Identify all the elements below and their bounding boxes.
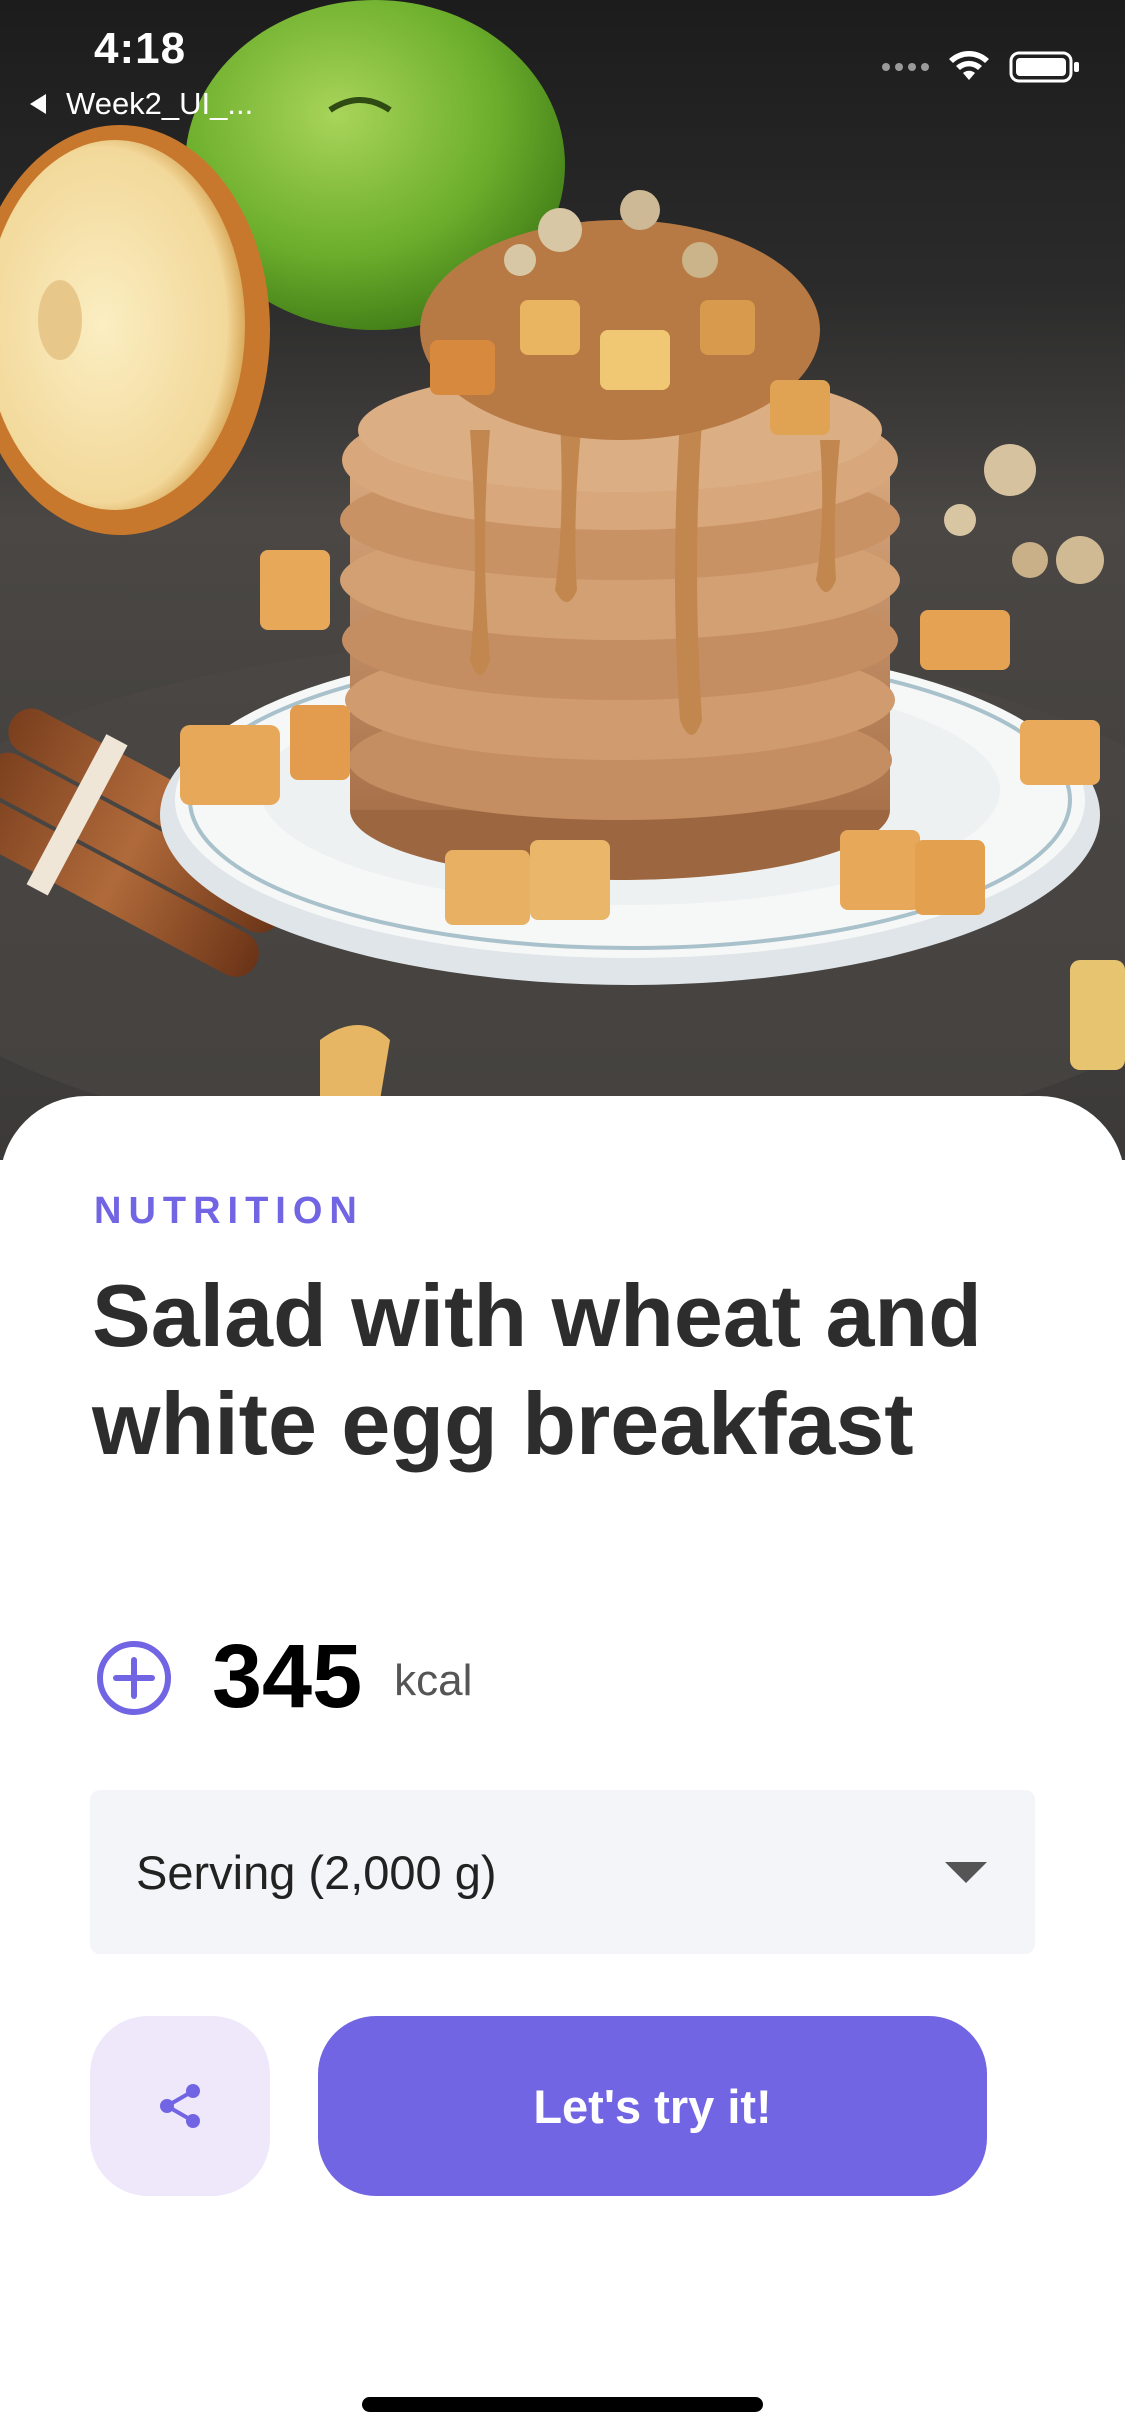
status-bar: 4:18 Week2_UI_... (0, 0, 1125, 130)
share-button[interactable] (90, 2016, 270, 2196)
wifi-icon (949, 51, 989, 80)
calories-unit: kcal (394, 1655, 473, 1705)
recipe-title: Salad with wheat and white egg breakfast (92, 1266, 982, 1473)
add-plus-icon[interactable] (96, 1640, 172, 1716)
calories-row: 345 kcal (96, 1626, 472, 1729)
back-app-label: Week2_UI_... (66, 86, 254, 121)
status-icons (882, 50, 1081, 84)
serving-dropdown[interactable]: Serving (2,000 g) (90, 1790, 1035, 1954)
share-icon (160, 2084, 200, 2128)
cellular-signal-icon (882, 63, 929, 71)
lets-try-it-button[interactable]: Let's try it! (318, 2016, 987, 2196)
home-indicator[interactable] (362, 2397, 763, 2412)
battery-icon (1009, 51, 1079, 83)
status-time: 4:18 (94, 24, 187, 73)
category-label: NUTRITION (94, 1190, 364, 1232)
serving-selected-value: Serving (2,000 g) (136, 1845, 497, 1899)
food-detail-screen: 4:18 Week2_UI_... NUTRITION Salad with w… (0, 0, 1125, 2436)
calories-value: 345 (212, 1627, 363, 1727)
chevron-down-icon (945, 1861, 987, 1883)
hero-food-image (0, 0, 1125, 1160)
back-to-app-link[interactable]: Week2_UI_... (30, 86, 253, 122)
back-arrow-icon (30, 94, 46, 114)
recipe-detail-sheet: NUTRITION Salad with wheat and white egg… (0, 1096, 1125, 2436)
